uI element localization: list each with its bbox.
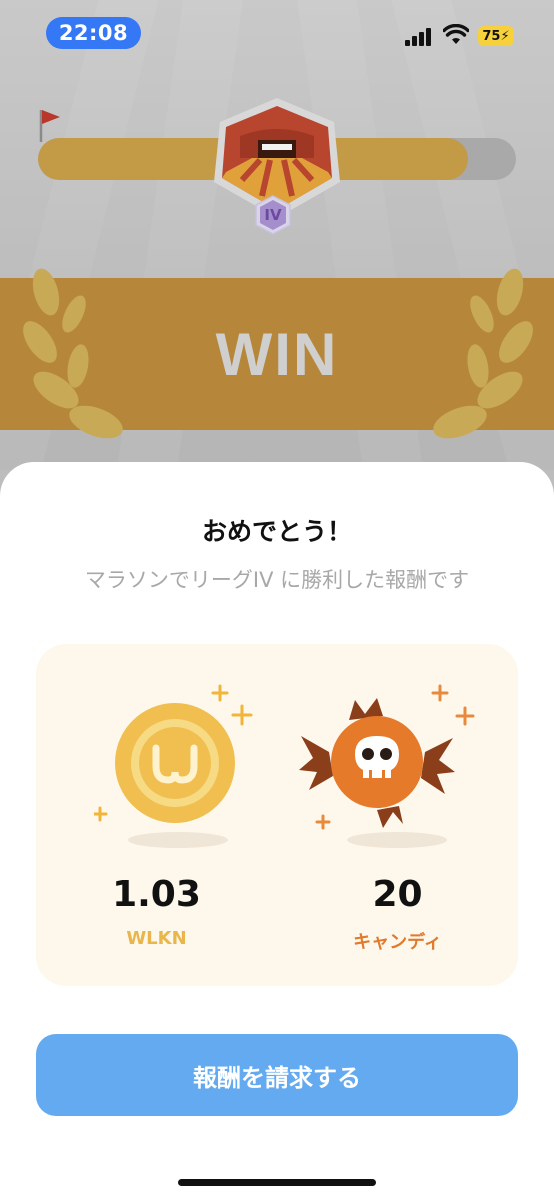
league-level-badge: IV bbox=[254, 195, 292, 235]
reward-unit: WLKN bbox=[126, 928, 187, 949]
reward-card: 1.03 WLKN 20 キャンディ bbox=[36, 644, 518, 986]
battery-level: 75 bbox=[482, 28, 501, 44]
wlkn-coin-icon bbox=[115, 703, 235, 823]
status-time: 22:08 bbox=[46, 17, 141, 49]
laurel-right-icon bbox=[433, 268, 533, 439]
league-level-text: IV bbox=[264, 206, 282, 224]
reward-sheet: おめでとう！ マラソンでリーグIV に勝利した報酬です 1.03 WLKN 20… bbox=[0, 462, 554, 1200]
battery-indicator: 75 ⚡ bbox=[478, 26, 514, 46]
sheet-title: おめでとう！ bbox=[201, 517, 352, 546]
claim-reward-button[interactable]: 報酬を請求する bbox=[36, 1034, 518, 1116]
status-bar: 22:08 75 ⚡ bbox=[0, 0, 554, 66]
wifi-icon bbox=[443, 24, 469, 44]
reward-amount: 20 bbox=[372, 874, 423, 915]
cellular-signal-icon bbox=[405, 28, 435, 46]
reward-unit: キャンディ bbox=[353, 932, 442, 953]
reward-amount: 1.03 bbox=[112, 874, 201, 915]
home-indicator bbox=[178, 1179, 376, 1186]
laurel-left-icon bbox=[23, 268, 123, 439]
sheet-subtitle: マラソンでリーグIV に勝利した報酬です bbox=[84, 568, 470, 592]
flag-icon bbox=[39, 110, 60, 142]
candy-icon bbox=[299, 698, 455, 828]
charging-bolt-icon: ⚡ bbox=[500, 28, 510, 44]
reward-item-candy: 20 キャンディ bbox=[277, 644, 518, 986]
reward-item-wlkn: 1.03 WLKN bbox=[36, 644, 277, 986]
